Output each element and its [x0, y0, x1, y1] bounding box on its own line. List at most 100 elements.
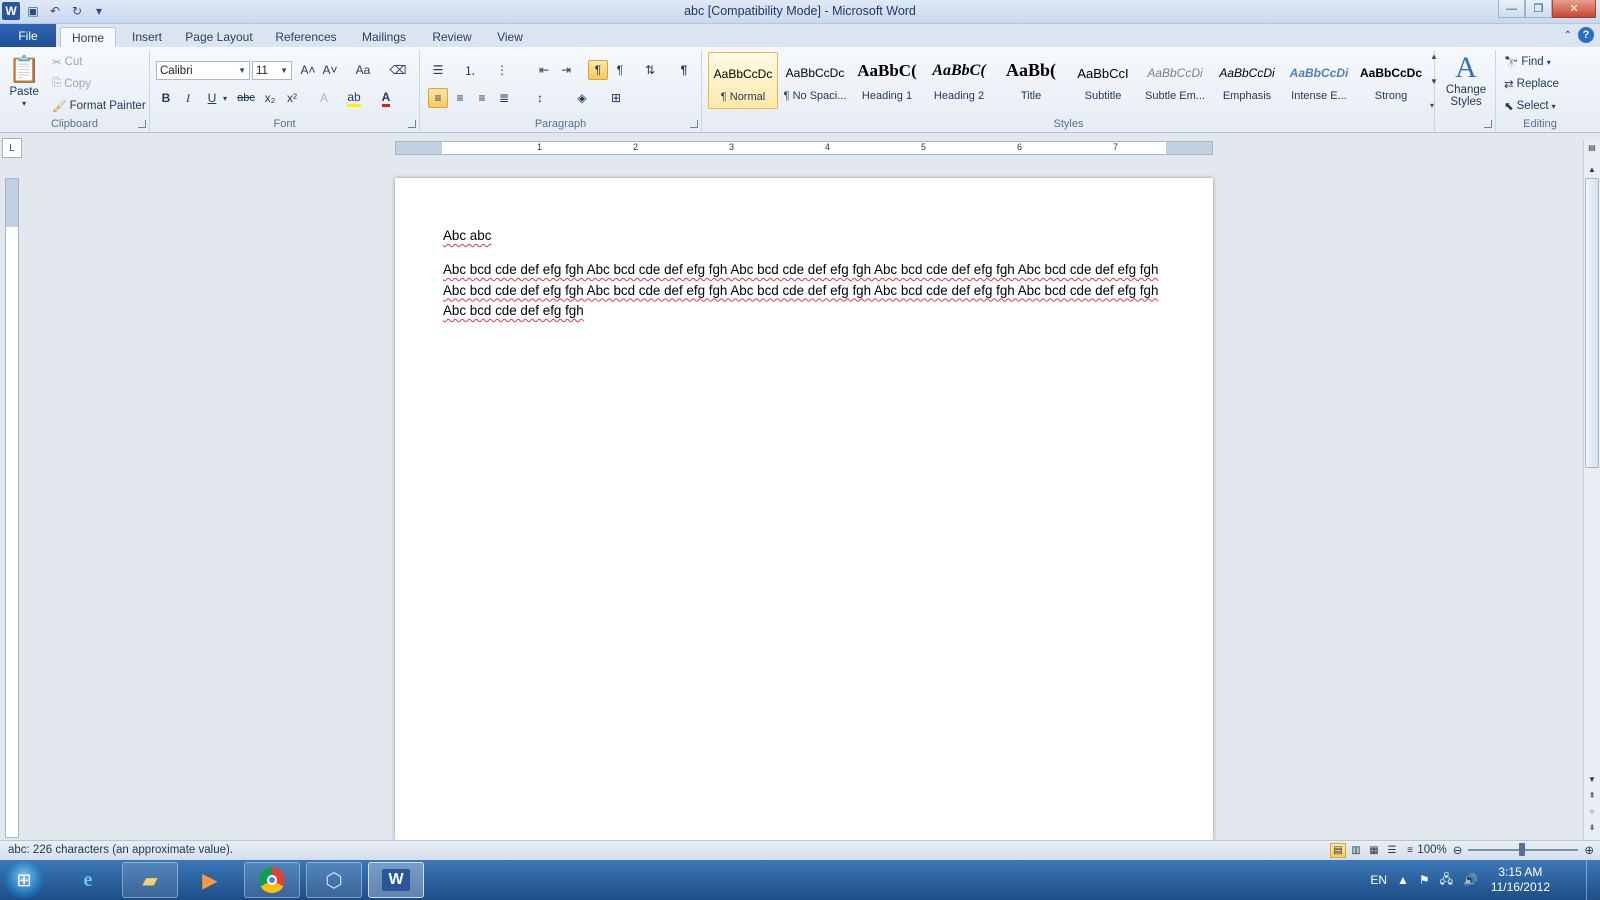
chevron-down-icon[interactable]: ▾: [220, 88, 230, 108]
font-color-icon[interactable]: A: [376, 88, 396, 108]
document-heading-line[interactable]: Abc abc: [443, 226, 1163, 247]
shading-icon[interactable]: ◈: [572, 88, 592, 108]
font-name-combo[interactable]: Calibri ▼: [156, 61, 250, 80]
sort-icon[interactable]: ⇅: [640, 60, 660, 80]
minimize-ribbon-icon[interactable]: ⌃: [1564, 30, 1572, 41]
copy-button[interactable]: ⎘ Copy: [52, 77, 91, 90]
vertical-scrollbar[interactable]: ▤ ▲ ▼ ⇞ ○ ⇟: [1583, 140, 1600, 840]
scroll-down-icon[interactable]: ▼: [1584, 772, 1600, 786]
align-center-icon[interactable]: ≡: [450, 88, 470, 108]
ruler-toggle-icon[interactable]: ▤: [1584, 140, 1600, 154]
increase-indent-icon[interactable]: ⇥: [556, 60, 576, 80]
subscript-button[interactable]: x₂: [260, 88, 280, 108]
styles-dialog-launcher[interactable]: [1484, 120, 1492, 128]
close-button[interactable]: ✕: [1552, 0, 1596, 18]
media-player-icon[interactable]: ▶: [182, 862, 238, 898]
styles-scroll[interactable]: ▲ ▼ ▾: [1430, 52, 1442, 110]
scroll-up-icon[interactable]: ▲: [1584, 162, 1600, 176]
outline-icon[interactable]: ☰: [1384, 843, 1400, 858]
volume-icon[interactable]: 🔊: [1463, 873, 1478, 887]
tab-home[interactable]: Home: [60, 27, 116, 47]
zoom-slider-thumb[interactable]: [1519, 843, 1526, 856]
tab-page-layout[interactable]: Page Layout: [182, 27, 256, 47]
style-subtle-emphasis[interactable]: AaBbCcDi Subtle Em...: [1140, 52, 1210, 109]
browse-object-icon[interactable]: ○: [1584, 804, 1600, 818]
chevron-down-icon[interactable]: ▼: [1430, 77, 1442, 86]
align-left-icon[interactable]: ≡: [428, 88, 448, 108]
chevron-up-icon[interactable]: ▲: [1430, 52, 1442, 61]
chrome-icon[interactable]: [244, 862, 300, 898]
start-button[interactable]: ⊞: [4, 861, 44, 899]
show-formatting-marks-icon[interactable]: ¶: [674, 60, 694, 80]
replace-button[interactable]: ⇄ Replace: [1504, 77, 1559, 91]
language-indicator[interactable]: EN: [1370, 873, 1387, 887]
left-to-right-icon[interactable]: ¶: [588, 60, 608, 80]
document-paragraph[interactable]: Abc bcd cde def efg fgh Abc bcd cde def …: [443, 260, 1163, 322]
zoom-slider[interactable]: [1468, 843, 1579, 856]
more-styles-icon[interactable]: ▾: [1430, 101, 1442, 110]
minimize-button[interactable]: —: [1498, 0, 1525, 18]
word-icon[interactable]: W: [368, 862, 424, 898]
font-dialog-launcher[interactable]: [408, 120, 416, 128]
full-screen-reading-icon[interactable]: ▥: [1348, 843, 1364, 858]
paste-button[interactable]: 📋 Paste ▾: [8, 54, 40, 108]
vertical-ruler[interactable]: [5, 178, 19, 838]
tab-view[interactable]: View: [488, 27, 532, 47]
change-styles-button[interactable]: A Change Styles: [1444, 52, 1488, 109]
shrink-font-button[interactable]: A˅: [320, 60, 340, 80]
tab-insert[interactable]: Insert: [122, 27, 172, 47]
next-page-icon[interactable]: ⇟: [1584, 820, 1600, 834]
format-painter-button[interactable]: 🖌 Format Painter: [52, 99, 146, 113]
multilevel-list-icon[interactable]: ⋮: [492, 60, 512, 80]
draft-icon[interactable]: ≡: [1402, 843, 1418, 858]
style-heading-2[interactable]: AaBbC( Heading 2: [924, 52, 994, 109]
grow-font-button[interactable]: A˄: [298, 60, 318, 80]
maximize-button[interactable]: ❐: [1525, 0, 1552, 18]
document-page[interactable]: Abc abc Abc bcd cde def efg fgh Abc bcd …: [395, 178, 1213, 840]
tab-mailings[interactable]: Mailings: [352, 27, 416, 47]
text-effects-icon[interactable]: A: [314, 88, 334, 108]
clear-formatting-icon[interactable]: ⌫: [388, 60, 408, 80]
align-right-icon[interactable]: ≡: [472, 88, 492, 108]
previous-page-icon[interactable]: ⇞: [1584, 788, 1600, 802]
file-explorer-icon[interactable]: ▰: [122, 862, 178, 898]
clock[interactable]: 3:15 AM 11/16/2012: [1491, 865, 1550, 895]
find-button[interactable]: 🔭 Find ▾: [1504, 55, 1551, 69]
tab-references[interactable]: References: [270, 27, 342, 47]
numbering-icon[interactable]: ⒈: [460, 60, 480, 80]
font-size-combo[interactable]: 11 ▼: [252, 61, 292, 80]
tab-selector[interactable]: L: [2, 138, 22, 158]
highlight-icon[interactable]: ab: [344, 88, 364, 108]
action-center-flag-icon[interactable]: ⚑: [1419, 873, 1430, 887]
horizontal-ruler[interactable]: 1 2 3 4 5 6 7: [395, 141, 1213, 155]
virtualbox-icon[interactable]: ⬡: [306, 862, 362, 898]
style-no-spacing[interactable]: AaBbCcDc ¶ No Spaci...: [780, 52, 850, 109]
cut-button[interactable]: ✂ Cut: [52, 55, 83, 69]
justify-icon[interactable]: ≣: [494, 88, 514, 108]
borders-icon[interactable]: ⊞: [606, 88, 626, 108]
tab-file[interactable]: File: [0, 24, 56, 47]
superscript-button[interactable]: x²: [282, 88, 302, 108]
bullets-icon[interactable]: ☰: [428, 60, 448, 80]
right-to-left-icon[interactable]: ¶: [610, 60, 630, 80]
style-title[interactable]: AaBb( Title: [996, 52, 1066, 109]
internet-explorer-icon[interactable]: e: [60, 862, 116, 898]
select-button[interactable]: ⬉ Select ▾: [1504, 99, 1556, 113]
zoom-in-icon[interactable]: ⊕: [1584, 843, 1594, 857]
network-icon[interactable]: 🖧: [1440, 870, 1453, 891]
style-strong[interactable]: AaBbCcDc Strong: [1356, 52, 1426, 109]
style-subtitle[interactable]: AaBbCcI Subtitle: [1068, 52, 1138, 109]
style-emphasis[interactable]: AaBbCcDi Emphasis: [1212, 52, 1282, 109]
tab-review[interactable]: Review: [426, 27, 478, 47]
strikethrough-button[interactable]: abc: [234, 88, 258, 108]
style-normal[interactable]: AaBbCcDc ¶ Normal: [708, 52, 778, 109]
show-hidden-icons-icon[interactable]: ▲: [1397, 873, 1409, 887]
bold-button[interactable]: B: [156, 88, 176, 108]
print-layout-icon[interactable]: ▤: [1330, 843, 1346, 858]
zoom-level[interactable]: 100%: [1417, 844, 1446, 856]
clipboard-dialog-launcher[interactable]: [138, 120, 146, 128]
web-layout-icon[interactable]: ▦: [1366, 843, 1382, 858]
style-heading-1[interactable]: AaBbC( Heading 1: [852, 52, 922, 109]
show-desktop-button[interactable]: [1586, 860, 1600, 900]
italic-button[interactable]: I: [178, 88, 198, 108]
